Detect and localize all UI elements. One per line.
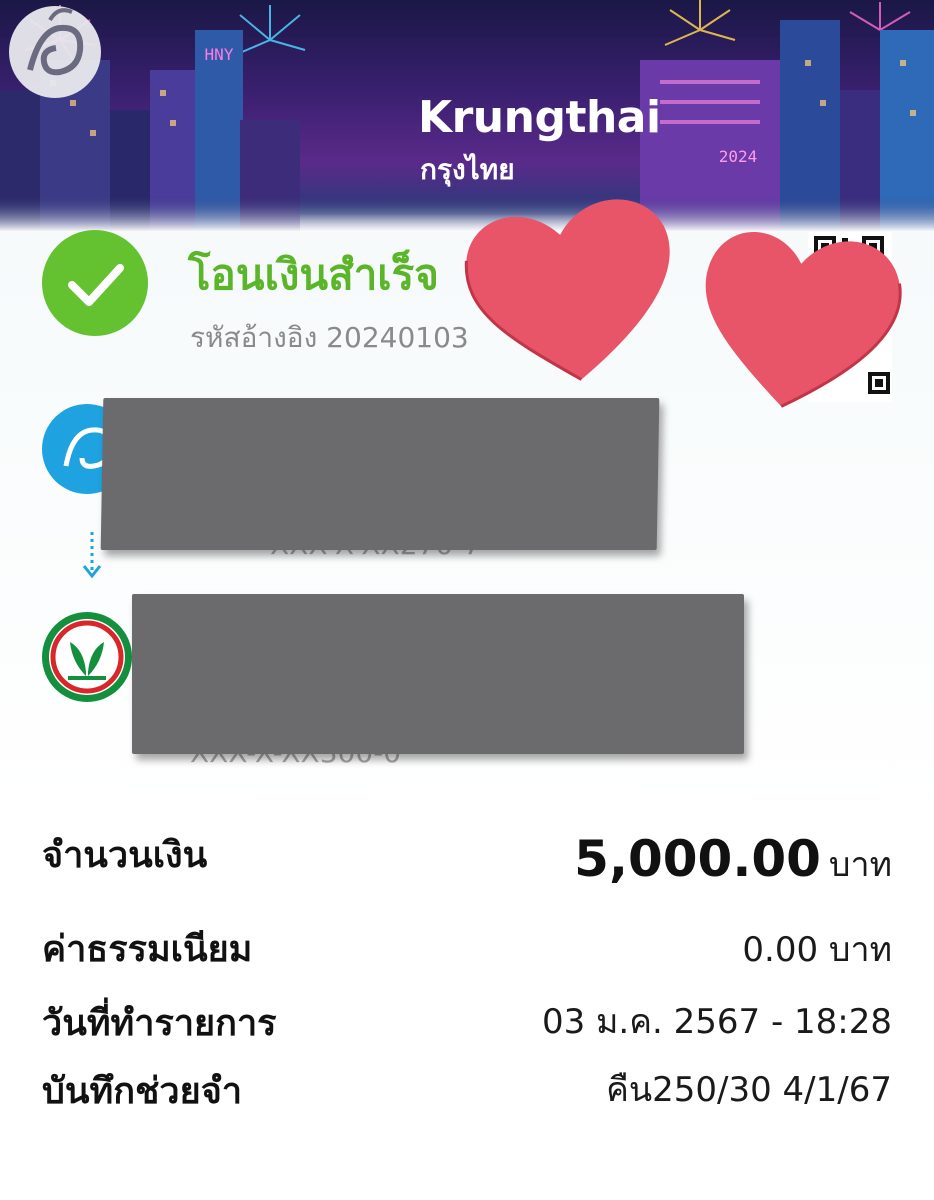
heart-sticker — [464, 199, 670, 381]
memo-value: คืน250/30 4/1/67 — [606, 1070, 892, 1110]
amount-label: จำนวนเงิน — [42, 835, 208, 876]
banner-year: 2024 — [719, 147, 758, 166]
success-badge — [42, 230, 148, 336]
heart-sticker — [705, 232, 902, 408]
kbank-logo-icon — [49, 619, 125, 695]
fee-value: 0.00 บาท — [742, 930, 892, 970]
fee-label: ค่าธรรมเนียม — [42, 929, 253, 970]
amount-value-group: 5,000.00 บาท — [574, 830, 892, 891]
transaction-date-value: 03 ม.ค. 2567 - 18:28 — [541, 1002, 892, 1042]
transaction-date-label: วันที่ทำรายการ — [42, 1003, 277, 1044]
memo-label: บันทึกช่วยจำ — [42, 1071, 243, 1112]
amount-unit: บาท — [828, 845, 892, 885]
check-icon — [68, 264, 124, 306]
transfer-status-title: โอนเงินสำเร็จ — [188, 250, 439, 299]
banner-sign: HNY — [205, 45, 234, 64]
brand-name: Krungthai — [418, 92, 661, 143]
receiver-bank-logo — [42, 612, 132, 702]
reference-number: รหัสอ้างอิง 20240103 — [190, 321, 469, 354]
brand-name-thai: กรุงไทย — [420, 153, 515, 186]
redaction-block-receiver — [132, 594, 744, 754]
amount-value: 5,000.00 — [574, 830, 821, 888]
ktb-logo-icon — [9, 6, 101, 98]
redaction-block-sender — [100, 398, 660, 550]
